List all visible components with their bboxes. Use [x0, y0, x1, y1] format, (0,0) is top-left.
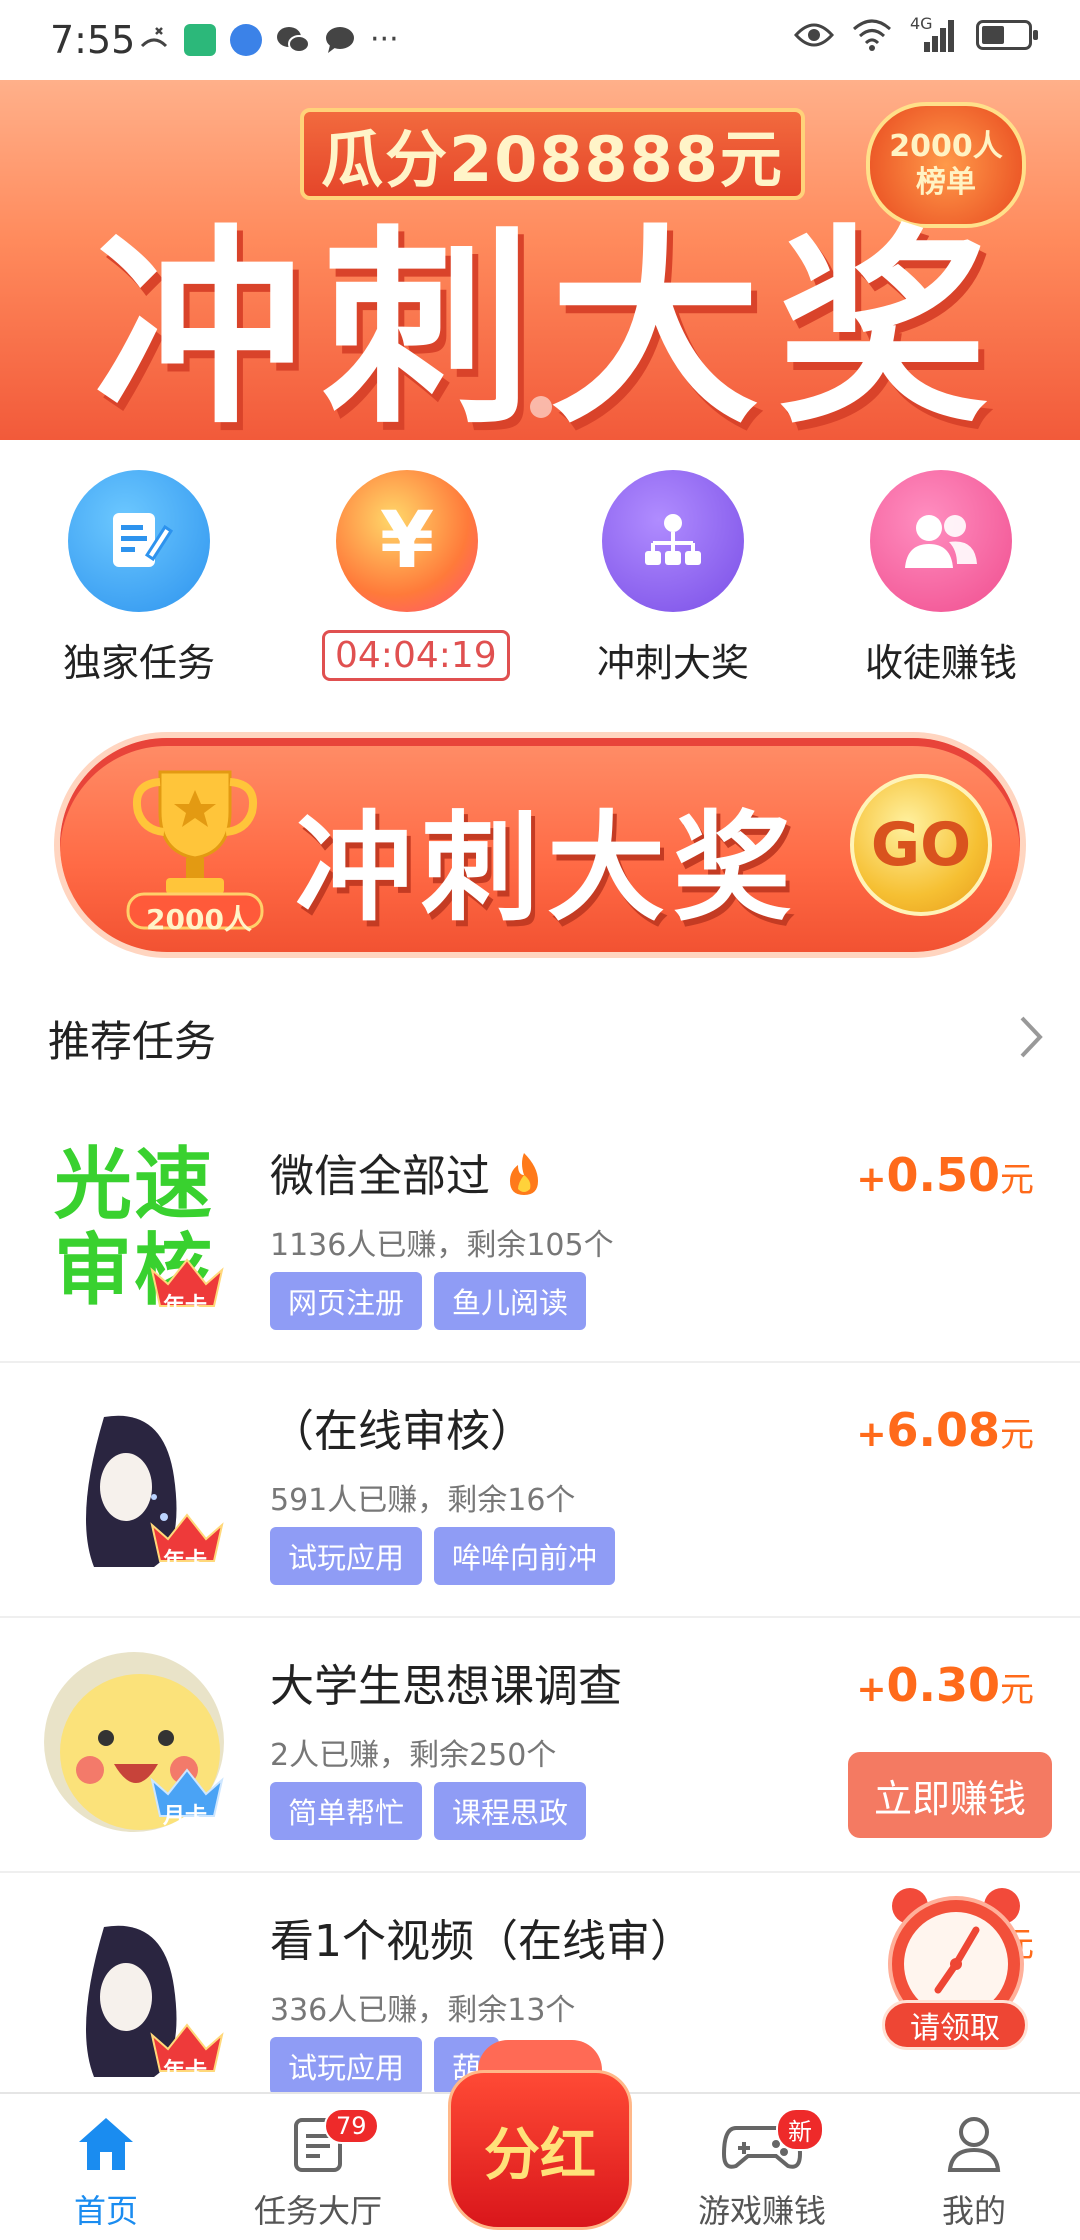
fire-icon	[510, 1153, 538, 1195]
task-tag: 网页注册	[270, 1272, 423, 1330]
nav-label: 任务大厅	[253, 2192, 382, 2230]
task-count-badge: 79	[324, 2108, 379, 2144]
new-badge: 新	[776, 2108, 824, 2151]
quick-action-sprint-prize[interactable]: 冲刺大奖	[588, 470, 758, 687]
cellular-signal-icon: 4G	[910, 14, 958, 52]
quick-action-exclusive-tasks[interactable]: 独家任务	[54, 470, 224, 687]
task-tag: 哞哞向前冲	[434, 1527, 616, 1585]
banner-pagination	[530, 396, 586, 418]
membership-badge: 年卡	[163, 1294, 208, 1319]
nav-profile[interactable]: 我的	[884, 2114, 1064, 2232]
task-item[interactable]: 年卡 （在线审核） 591人已赚，剩余16个 试玩应用 哞哞向前冲 +6.08元	[0, 1363, 1080, 1618]
dividend-button[interactable]: 分红	[448, 2040, 632, 2230]
nav-label: 我的	[941, 2192, 1006, 2230]
notification-icons: ···	[138, 22, 399, 57]
task-tag: 试玩应用	[270, 1527, 423, 1585]
banner-dot[interactable]	[530, 396, 552, 418]
membership-badge: 月卡	[163, 1804, 208, 1829]
status-bar: 7:55 ··· 4G	[0, 0, 1080, 80]
task-reward: +6.08元	[856, 1403, 1034, 1457]
task-tag: 简单帮忙	[270, 1782, 423, 1840]
wifi-icon	[853, 19, 891, 51]
task-tag: 鱼儿阅读	[434, 1272, 587, 1330]
users-icon	[870, 470, 1012, 612]
task-title: 大学生思想课调查	[270, 1661, 622, 1712]
sprint-prize-title: 冲刺大奖	[295, 799, 800, 937]
task-tag: 试玩应用	[270, 2037, 423, 2095]
wechat-icon	[277, 26, 310, 53]
more-notifications-icon: ···	[370, 22, 399, 57]
task-meta: 591人已赚，剩余16个	[270, 1483, 576, 1518]
earn-now-button[interactable]: 立即赚钱	[848, 1752, 1052, 1838]
nav-task-hall[interactable]: 79 任务大厅	[228, 2108, 408, 2232]
trophy-label: 2000人	[146, 903, 252, 936]
task-reward: +0.30元	[856, 1658, 1034, 1712]
nav-game-earn[interactable]: 新 游戏赚钱	[672, 2108, 852, 2232]
quick-action-recruit[interactable]: 收徒赚钱	[856, 470, 1026, 687]
quick-action-label: 收徒赚钱	[864, 641, 1017, 685]
membership-badge: 年卡	[163, 1549, 208, 1574]
yuan-icon: ¥	[336, 470, 478, 612]
task-meta: 2人已赚，剩余250个	[270, 1738, 557, 1773]
flowchart-icon	[602, 470, 744, 612]
task-tag: 课程思政	[434, 1782, 587, 1840]
status-time: 7:55	[50, 18, 136, 62]
nav-label: 首页	[73, 2192, 138, 2230]
quick-action-timer[interactable]: ¥ 04:04:19	[322, 470, 510, 681]
membership-badge: 年卡	[163, 2059, 208, 2084]
missed-call-icon	[140, 26, 168, 47]
nav-label: 游戏赚钱	[697, 2192, 826, 2230]
task-meta: 1136人已赚，剩余105个	[270, 1228, 614, 1263]
battery-icon	[976, 20, 1038, 50]
task-item[interactable]: 光速审核 年卡 微信全部过 1136人已赚，剩余105个 网页注册 鱼儿阅读 +…	[0, 1108, 1080, 1363]
promo-banner[interactable]: 瓜分208888元 2000人 榜单 冲刺大奖	[0, 80, 1080, 440]
task-reward: +0.50元	[856, 1148, 1034, 1202]
task-tags: 简单帮忙 课程思政	[270, 1782, 587, 1840]
app-notification-icon	[184, 23, 216, 56]
chevron-right-icon[interactable]	[1010, 1012, 1050, 1062]
edit-icon	[68, 470, 210, 612]
task-tags: 网页注册 鱼儿阅读	[270, 1272, 587, 1330]
network-type: 4G	[910, 14, 933, 33]
go-button[interactable]: GO	[850, 774, 992, 916]
task-title: （在线审核）	[270, 1406, 534, 1457]
user-icon	[947, 2117, 1001, 2172]
quick-action-label: 冲刺大奖	[596, 641, 749, 685]
task-meta: 336人已赚，剩余13个	[270, 1993, 576, 2028]
task-title: 看1个视频（在线审）	[270, 1916, 694, 1967]
nav-home[interactable]: 首页	[16, 2114, 196, 2232]
home-icon	[79, 2118, 133, 2170]
countdown-timer: 04:04:19	[322, 630, 510, 681]
system-icons: 4G	[794, 14, 1038, 52]
eye-icon	[794, 23, 834, 47]
quick-action-label: 独家任务	[62, 641, 215, 685]
banner-prize-pool: 瓜分208888元	[300, 108, 805, 200]
dividend-bag: 分红	[448, 2070, 632, 2230]
banner-dot-active[interactable]	[564, 396, 586, 418]
claim-reward-button[interactable]: 请领取	[882, 2000, 1028, 2050]
browser-notification-icon	[230, 23, 262, 56]
task-title: 微信全部过	[270, 1140, 544, 1204]
sprint-prize-banner[interactable]: 2000人 冲刺大奖 GO	[60, 738, 1020, 952]
message-icon	[326, 26, 354, 53]
section-title: 推荐任务	[48, 1017, 217, 1066]
task-tags: 试玩应用 哞哞向前冲	[270, 1527, 616, 1585]
